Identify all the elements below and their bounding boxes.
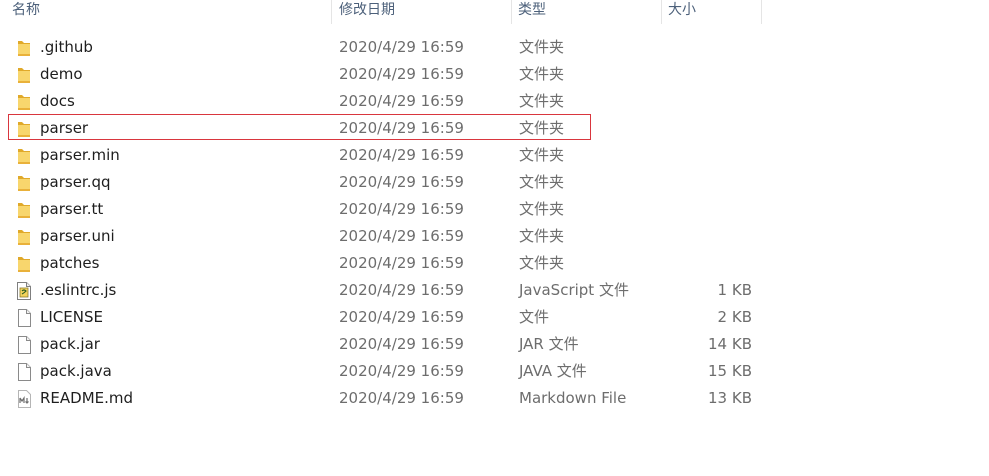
file-name: .eslintrc.js [40, 281, 117, 299]
file-type: 文件夹 [519, 227, 565, 245]
file-size: 1 KB [717, 281, 752, 299]
file-modified-date: 2020/4/29 16:59 [339, 254, 464, 272]
file-size: 15 KB [708, 362, 752, 380]
file-name: parser.min [40, 146, 120, 164]
folder-icon [15, 38, 33, 58]
file-modified-date: 2020/4/29 16:59 [339, 173, 464, 191]
column-header-type[interactable]: 类型 [518, 0, 546, 24]
file-row[interactable]: README.md 2020/4/29 16:59 Markdown File 13 … [0, 385, 989, 412]
column-header: 名称 修改日期 类型 大小 [0, 0, 989, 24]
file-row[interactable]: .eslintrc.js 2020/4/29 16:59 JavaScript 文件… [0, 277, 989, 304]
javascript-file-icon [15, 281, 33, 301]
column-header-date[interactable]: 修改日期 [339, 0, 395, 24]
file-size: 13 KB [708, 389, 752, 407]
file-row[interactable]: patches 2020/4/29 16:59 文件夹 [0, 250, 989, 277]
column-divider[interactable] [331, 0, 332, 24]
file-size [660, 61, 752, 88]
file-name: parser.qq [40, 173, 111, 191]
folder-icon [15, 200, 33, 220]
file-name: pack.java [40, 362, 112, 380]
column-divider[interactable] [511, 0, 512, 24]
file-icon [15, 335, 33, 355]
file-modified-date: 2020/4/29 16:59 [339, 65, 464, 83]
file-size [660, 223, 752, 250]
file-type: 文件夹 [519, 173, 565, 191]
file-icon [15, 362, 33, 382]
file-size: 2 KB [717, 308, 752, 326]
file-row[interactable]: demo 2020/4/29 16:59 文件夹 [0, 61, 989, 88]
column-divider[interactable] [761, 0, 762, 24]
file-name: patches [40, 254, 100, 272]
folder-icon [15, 65, 33, 85]
file-name: parser.uni [40, 227, 115, 245]
file-name: pack.jar [40, 335, 100, 353]
file-name: demo [40, 65, 83, 83]
folder-icon [15, 227, 33, 247]
file-size [660, 88, 752, 115]
file-size [660, 169, 752, 196]
file-type: 文件夹 [519, 65, 565, 83]
selection-highlight-box [8, 114, 591, 140]
file-modified-date: 2020/4/29 16:59 [339, 362, 464, 380]
file-row[interactable]: docs 2020/4/29 16:59 文件夹 [0, 88, 989, 115]
file-modified-date: 2020/4/29 16:59 [339, 146, 464, 164]
folder-icon [15, 173, 33, 193]
column-header-name[interactable]: 名称 [12, 0, 40, 24]
file-size [660, 142, 752, 169]
file-type: 文件 [519, 308, 550, 326]
file-size [660, 196, 752, 223]
markdown-file-icon [15, 389, 33, 409]
column-header-size[interactable]: 大小 [668, 0, 696, 24]
file-type: 文件夹 [519, 92, 565, 110]
file-modified-date: 2020/4/29 16:59 [339, 38, 464, 56]
file-size [660, 34, 752, 61]
file-type: JavaScript 文件 [519, 281, 629, 299]
file-row[interactable]: parser.tt 2020/4/29 16:59 文件夹 [0, 196, 989, 223]
file-type: 文件夹 [519, 254, 565, 272]
file-type: 文件夹 [519, 146, 565, 164]
file-modified-date: 2020/4/29 16:59 [339, 308, 464, 326]
file-type: JAR 文件 [519, 335, 579, 353]
folder-icon [15, 146, 33, 166]
file-size [660, 250, 752, 277]
file-type: 文件夹 [519, 200, 565, 218]
file-row[interactable]: parser.qq 2020/4/29 16:59 文件夹 [0, 169, 989, 196]
file-modified-date: 2020/4/29 16:59 [339, 200, 464, 218]
file-name: .github [40, 38, 93, 56]
file-name: docs [40, 92, 75, 110]
file-row[interactable]: parser.min 2020/4/29 16:59 文件夹 [0, 142, 989, 169]
folder-icon [15, 254, 33, 274]
file-modified-date: 2020/4/29 16:59 [339, 227, 464, 245]
file-row[interactable]: .github 2020/4/29 16:59 文件夹 [0, 34, 989, 61]
file-row[interactable]: LICENSE 2020/4/29 16:59 文件 2 KB [0, 304, 989, 331]
file-type: JAVA 文件 [519, 362, 587, 380]
file-row[interactable]: pack.jar 2020/4/29 16:59 JAR 文件 14 KB [0, 331, 989, 358]
file-row[interactable]: parser.uni 2020/4/29 16:59 文件夹 [0, 223, 989, 250]
file-name: parser.tt [40, 200, 104, 218]
file-modified-date: 2020/4/29 16:59 [339, 335, 464, 353]
file-size [660, 115, 752, 142]
file-size: 14 KB [708, 335, 752, 353]
file-modified-date: 2020/4/29 16:59 [339, 281, 464, 299]
file-modified-date: 2020/4/29 16:59 [339, 92, 464, 110]
file-modified-date: 2020/4/29 16:59 [339, 389, 464, 407]
file-type: 文件夹 [519, 38, 565, 56]
file-row[interactable]: pack.java 2020/4/29 16:59 JAVA 文件 15 KB [0, 358, 989, 385]
file-name: README.md [40, 389, 134, 407]
column-divider[interactable] [661, 0, 662, 24]
file-name: LICENSE [40, 308, 103, 326]
folder-icon [15, 92, 33, 112]
file-icon [15, 308, 33, 328]
file-type: Markdown File [519, 389, 627, 407]
